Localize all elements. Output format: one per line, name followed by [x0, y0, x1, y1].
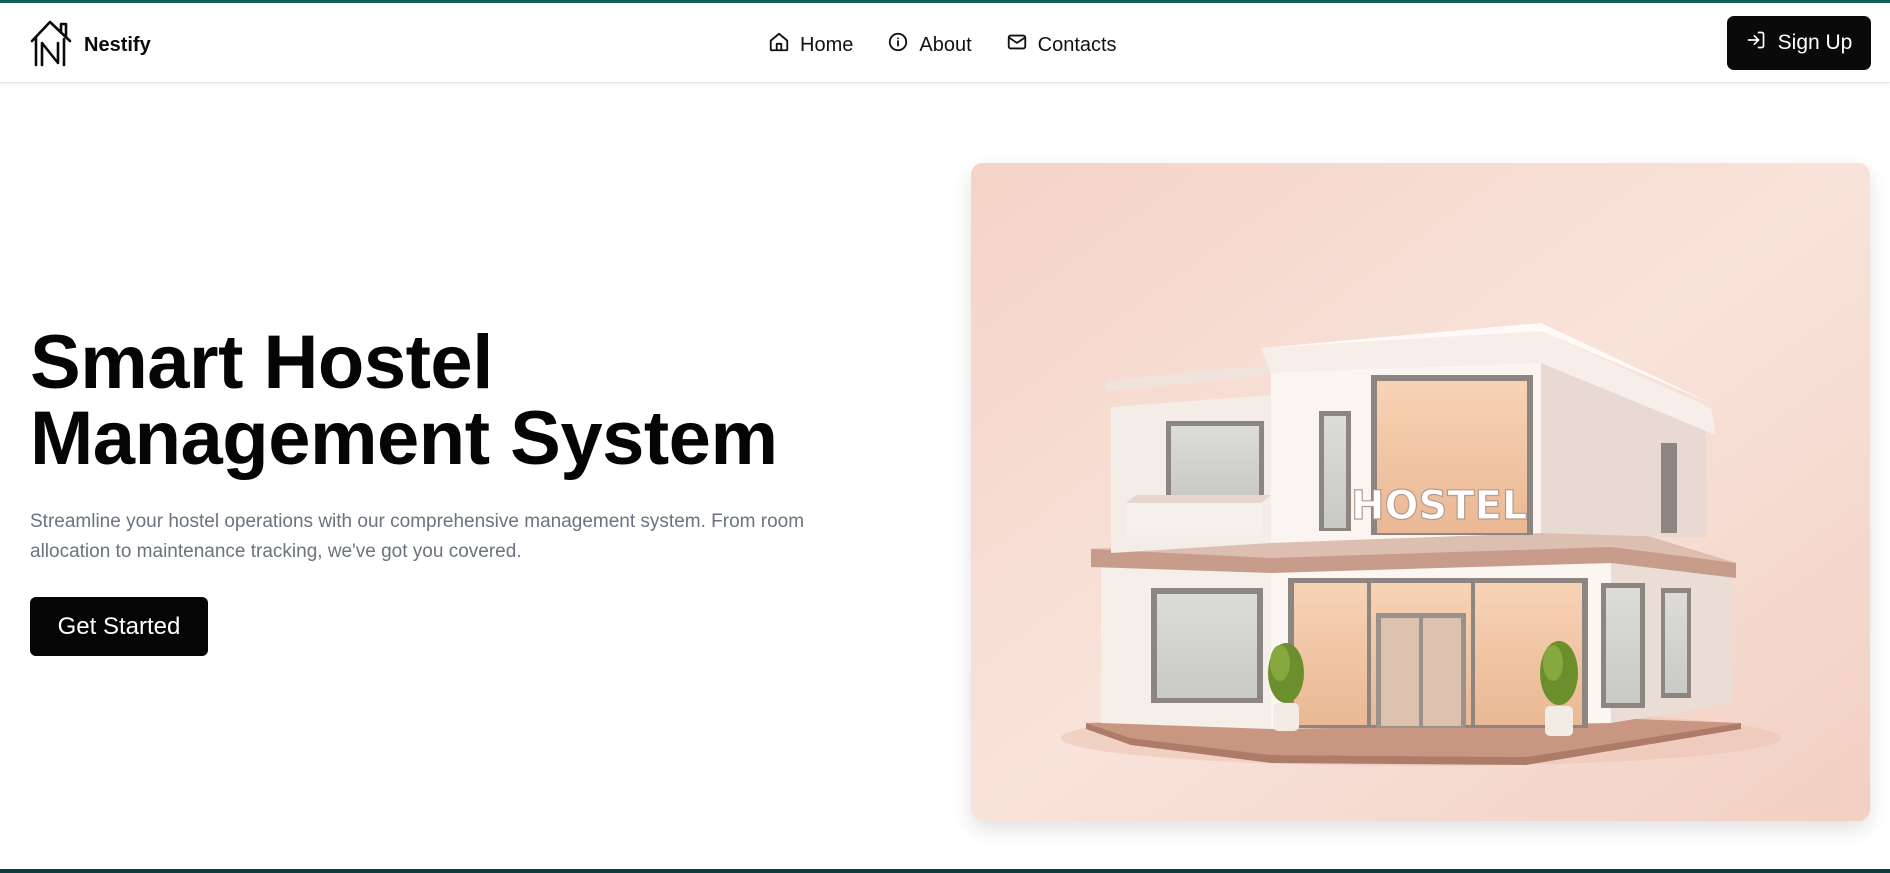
house-n-logo-icon — [30, 19, 72, 72]
nav-about-label: About — [919, 33, 972, 56]
info-icon — [887, 31, 909, 59]
mail-icon — [1006, 31, 1028, 59]
main-nav: Home About Contacts — [768, 31, 1117, 59]
hero-title-line-2: Management System — [30, 396, 778, 481]
nav-home[interactable]: Home — [768, 31, 853, 59]
hero-description: Streamline your hostel operations with o… — [30, 511, 805, 562]
navbar: Nestify Home About Contacts Sign Up — [0, 3, 1890, 83]
hero-hostel-illustration: HOSTEL — [971, 163, 1870, 821]
hostel-sign-text: HOSTEL — [1351, 483, 1527, 529]
hero-title-line-1: Smart Hostel — [30, 320, 493, 405]
nav-home-label: Home — [800, 33, 854, 56]
hero-text: Smart Hostel Management System Streamlin… — [30, 325, 910, 567]
home-icon — [768, 31, 790, 59]
hero-title: Smart Hostel Management System — [30, 325, 910, 477]
log-in-icon — [1746, 30, 1766, 56]
nav-about[interactable]: About — [887, 31, 972, 59]
brand[interactable]: Nestify — [30, 19, 151, 72]
get-started-button[interactable]: Get Started — [30, 597, 208, 656]
nav-contacts[interactable]: Contacts — [1006, 31, 1117, 59]
sign-up-button[interactable]: Sign Up — [1727, 16, 1871, 70]
bottom-border — [0, 869, 1890, 873]
sign-up-label: Sign Up — [1777, 31, 1853, 54]
brand-name: Nestify — [84, 34, 151, 56]
hostel-building-image: HOSTEL — [971, 163, 1870, 821]
nav-contacts-label: Contacts — [1037, 33, 1117, 56]
